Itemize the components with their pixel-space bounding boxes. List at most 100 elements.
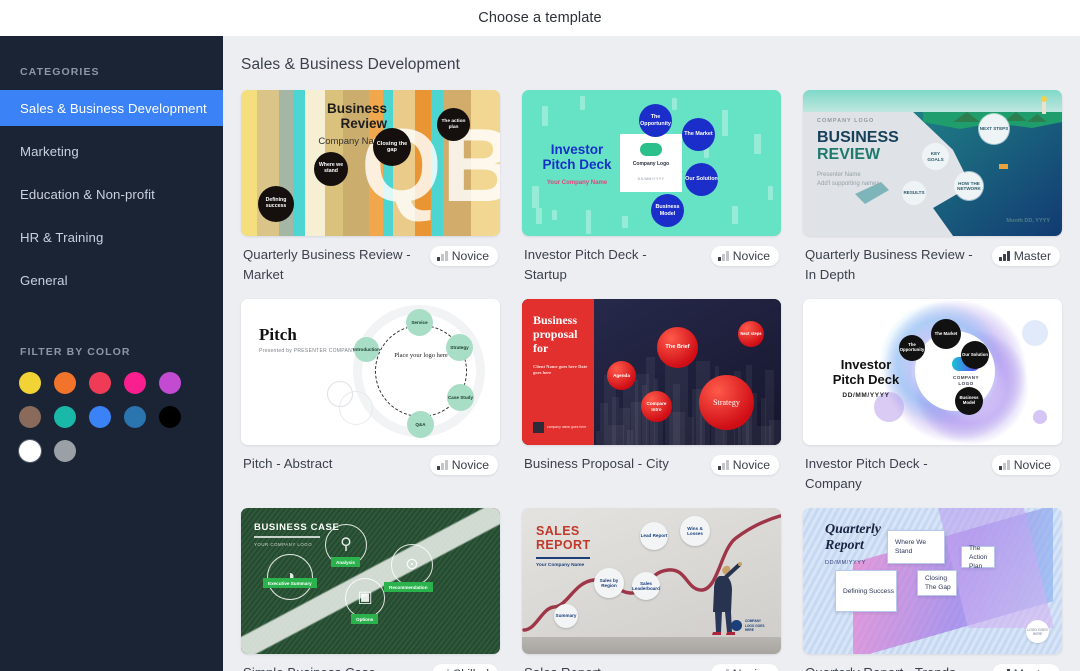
skill-level-badge: Novice [992, 455, 1060, 475]
template-card[interactable]: Investor Pitch Deck DD/MM/YYYY COMPANY LOGO… [803, 299, 1062, 494]
slide-subheading: Your Company Name [536, 562, 585, 568]
slide-bubble: Strategy [446, 334, 473, 361]
color-swatch-orange[interactable] [54, 372, 76, 394]
color-swatch-purple[interactable] [159, 372, 181, 394]
template-card-footer: Quarterly Business Review - Market Novice [241, 236, 500, 285]
slide-bubble: Sales by Region [594, 568, 624, 598]
sidebar-item-marketing[interactable]: Marketing [0, 133, 223, 169]
slide-label: Analysis [331, 557, 360, 567]
color-swatch-yellow[interactable] [19, 372, 41, 394]
template-thumbnail[interactable]: Investor Pitch Deck DD/MM/YYYY COMPANY LOGO… [803, 299, 1062, 445]
slide-bubble: The Opportunity [899, 335, 925, 361]
template-thumbnail[interactable]: COMPANY LOGO BUSINESS REVIEW Presenter Name… [803, 90, 1062, 236]
signal-bars-icon [437, 460, 448, 470]
color-swatch-red[interactable] [89, 372, 111, 394]
slide-bubble: Summary [554, 604, 578, 628]
color-swatch-black[interactable] [159, 406, 181, 428]
template-title: Pitch - Abstract [243, 456, 333, 471]
template-title: Sales Report [524, 663, 601, 671]
signal-bars-icon [999, 460, 1010, 470]
skill-level-badge: Novice [711, 664, 779, 671]
skill-level-badge: Novice [711, 246, 779, 266]
slide-icon-circle: ◑ [267, 554, 313, 600]
template-card[interactable]: Business proposal for Client Name goes here… [522, 299, 781, 494]
skill-level-label: Novice [733, 667, 770, 671]
slide-icon-circle: ⊙ [391, 544, 433, 586]
template-thumbnail[interactable]: Business proposal for Client Name goes here… [522, 299, 781, 445]
slide-bubble: Lead Report [640, 522, 668, 550]
template-title: Quarterly Business Review - In Depth [805, 247, 973, 282]
slide-bubble: KEY GOALS [923, 144, 948, 169]
slide-logo-text: company name goes here [547, 425, 587, 430]
template-card-footer: Investor Pitch Deck - Company Novice [803, 445, 1062, 494]
slide-bubble: The Market [931, 319, 961, 349]
template-card[interactable]: BUSINESS CASE YOUR COMPANY LOGO ◑ ⚲ ▣ ⊙ Execut… [241, 508, 500, 671]
template-browser[interactable]: Sales & Business Development QBRBusiness… [223, 36, 1080, 671]
slide-heading: SALES [536, 524, 580, 538]
template-title: Investor Pitch Deck - Company [805, 456, 928, 491]
template-card[interactable]: Quarterly Report DD/MM/YYYY Defining Succes… [803, 508, 1062, 671]
template-card-footer: Business Proposal - City Novice [522, 445, 781, 475]
color-swatch-teal[interactable] [54, 406, 76, 428]
slide-heading: Business [326, 101, 387, 116]
sidebar-item-label: Education & Non-profit [20, 186, 155, 202]
slide-date: DD/MM/YYYY [825, 560, 866, 566]
color-swatch-pink[interactable] [124, 372, 146, 394]
sidebar-item-sales-business-development[interactable]: Sales & Business Development [0, 90, 223, 126]
sidebar-item-education-non-profit[interactable]: Education & Non-profit [0, 176, 223, 212]
skill-level-badge: Master [992, 246, 1060, 266]
app-shell: CATEGORIES Sales & Business Development M… [0, 36, 1080, 671]
slide-bubble: NEXT STEPS [979, 114, 1009, 144]
slide-bubble: RESULTS [903, 182, 925, 204]
signal-bars-icon [437, 251, 448, 261]
slide-date: Month DD, YYYY [1006, 218, 1050, 224]
color-swatch-steel-blue[interactable] [124, 406, 146, 428]
slide-bubble: The Brief [657, 327, 698, 368]
skill-level-label: Master [1014, 667, 1051, 671]
slide-note-box: Where We Stand [887, 530, 945, 564]
template-thumbnail[interactable]: Quarterly Report DD/MM/YYYY Defining Succes… [803, 508, 1062, 654]
template-thumbnail[interactable]: QBRBusinessReviewCompany NameDefining su… [241, 90, 500, 236]
template-thumbnail[interactable]: SALES REPORT Your Company Name COMPANY LOGO… [522, 508, 781, 654]
slide-bubble: Sales Leaderboard [632, 572, 660, 600]
template-card-footer: Quarterly Report - Trends Master [803, 654, 1062, 671]
slide-bubble: Q&A [407, 411, 434, 438]
template-title: Simple Business Case [243, 663, 376, 671]
slide-bubble: Defining success [258, 186, 294, 222]
template-card[interactable]: QBRBusinessReviewCompany NameDefining su… [241, 90, 500, 285]
color-swatch-brown[interactable] [19, 406, 41, 428]
sidebar: CATEGORIES Sales & Business Development M… [0, 36, 223, 671]
section-title: Sales & Business Development [241, 56, 461, 73]
slide-logo-text: LOGO GOES HERE [1026, 620, 1049, 643]
template-title: Investor Pitch Deck - Startup [524, 247, 647, 282]
slide-bubble: Where we stand [314, 152, 348, 186]
skill-level-label: Master [1013, 249, 1051, 263]
color-swatch-white[interactable] [19, 440, 41, 462]
sidebar-item-hr-training[interactable]: HR & Training [0, 219, 223, 255]
sidebar-item-label: General [20, 272, 68, 288]
signal-bars-icon [999, 251, 1010, 261]
slide-heading: Investor [840, 357, 892, 372]
template-card-footer: Simple Business Case Skilled [241, 654, 500, 671]
skill-level-badge: Master [992, 664, 1060, 671]
slide-heading: BUSINESS [817, 129, 899, 146]
slide-heading: BUSINESS CASE [254, 522, 340, 533]
slide-date: DD/MM/YYYY [842, 392, 890, 399]
skill-level-label: Novice [451, 458, 489, 472]
template-card[interactable]: COMPANY LOGO BUSINESS REVIEW Presenter Name… [803, 90, 1062, 285]
categories-heading: CATEGORIES [20, 66, 100, 78]
color-swatch-grey[interactable] [54, 440, 76, 462]
template-thumbnail[interactable]: BUSINESS CASE YOUR COMPANY LOGO ◑ ⚲ ▣ ⊙ Execut… [241, 508, 500, 654]
template-title: Quarterly Report - Trends [805, 663, 956, 671]
template-card[interactable]: Company Logo DD/MM/YYYY Investor Pitch Deck… [522, 90, 781, 285]
sidebar-item-general[interactable]: General [0, 262, 223, 298]
template-card[interactable]: Place your logo here Pitch Presented by PR… [241, 299, 500, 494]
template-title: Quarterly Business Review - Market [243, 247, 411, 282]
template-card[interactable]: SALES REPORT Your Company Name COMPANY LOGO… [522, 508, 781, 671]
slide-bubble: Compare Intro [641, 391, 672, 422]
template-thumbnail[interactable]: Place your logo here Pitch Presented by PR… [241, 299, 500, 445]
slide-label: Options [351, 614, 379, 624]
skill-level-label: Novice [732, 249, 770, 263]
template-thumbnail[interactable]: Company Logo DD/MM/YYYY Investor Pitch Deck… [522, 90, 781, 236]
color-swatch-blue[interactable] [89, 406, 111, 428]
